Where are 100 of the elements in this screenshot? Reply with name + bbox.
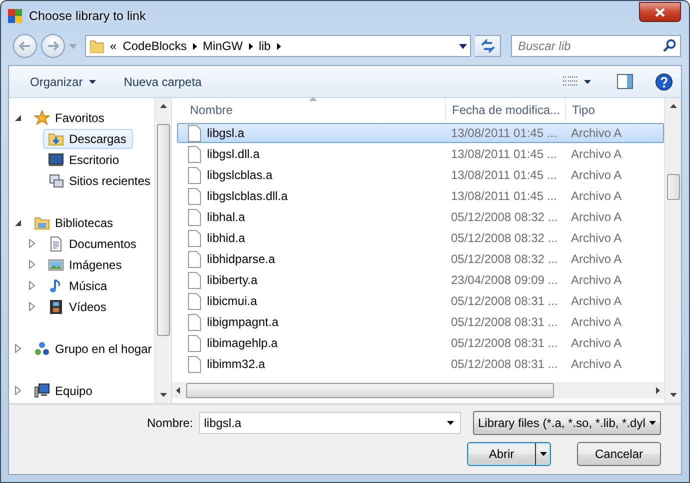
file-type: Archivo A — [570, 147, 623, 161]
scroll-down-icon[interactable] — [670, 393, 676, 397]
dropdown-caret-icon[interactable] — [447, 421, 454, 425]
file-icon — [188, 166, 201, 184]
chevron-right-icon[interactable] — [192, 42, 197, 50]
file-name: libgslcblas.dll.a — [207, 189, 288, 203]
caret-down-icon[interactable] — [584, 80, 591, 84]
file-row[interactable]: libicmui.a 05/12/2008 08:31 ... Archivo A — [177, 291, 664, 311]
folder-download-icon — [48, 130, 64, 146]
star-icon — [34, 110, 50, 126]
file-name-field[interactable]: libgsl.a — [199, 412, 461, 434]
file-name: libgsl.a — [207, 126, 244, 140]
scrollbar-thumb[interactable] — [666, 174, 680, 200]
file-icon — [188, 334, 201, 352]
file-name: libgslcblas.a — [207, 168, 272, 182]
horizontal-scrollbar[interactable] — [172, 382, 664, 399]
file-row[interactable]: libhid.a 05/12/2008 08:32 ... Archivo A — [177, 228, 664, 248]
cancel-button[interactable]: Cancelar — [577, 442, 661, 466]
nav-item[interactable]: Escritorio — [43, 150, 126, 170]
scroll-right-icon[interactable] — [656, 387, 660, 394]
file-row[interactable]: libgslcblas.dll.a 13/08/2011 01:45 ... Archivo A — [177, 186, 664, 206]
open-button[interactable]: Abrir — [467, 442, 551, 466]
nav-item[interactable]: Equipo — [29, 380, 100, 400]
file-type: Archivo A — [570, 273, 623, 287]
scroll-up-icon[interactable] — [160, 104, 166, 108]
refresh-button[interactable] — [475, 35, 501, 57]
file-date: 05/12/2008 08:31 ... — [450, 357, 559, 371]
nav-scrollbar[interactable] — [154, 98, 171, 403]
file-row[interactable]: libimagehlp.a 05/12/2008 08:31 ... Archivo A — [177, 333, 664, 353]
view-list-icon[interactable] — [562, 74, 578, 88]
file-icon — [188, 230, 201, 246]
window-title: Choose library to link — [29, 9, 147, 23]
caret-down-icon — [88, 80, 96, 84]
expand-arrow-icon[interactable] — [29, 239, 35, 248]
file-date: 23/04/2008 09:09 ... — [450, 273, 559, 287]
file-type: Archivo A — [570, 126, 623, 140]
scroll-down-icon[interactable] — [160, 393, 166, 397]
forward-button[interactable] — [41, 34, 65, 58]
nav-item[interactable]: Descargas — [43, 128, 134, 148]
chevron-right-icon[interactable] — [248, 42, 253, 50]
expand-arrow-icon[interactable] — [15, 344, 21, 353]
nav-item[interactable]: Bibliotecas — [29, 212, 120, 232]
folder-icon — [90, 39, 104, 53]
expand-arrow-icon[interactable] — [29, 281, 35, 290]
dropdown-caret-icon — [540, 452, 546, 456]
new-folder-button[interactable]: Nueva carpeta — [116, 72, 209, 92]
collapse-arrow-icon[interactable] — [14, 219, 22, 226]
nav-item[interactable]: Grupo en el hogar — [29, 338, 154, 358]
dropdown-caret-icon[interactable] — [456, 44, 470, 48]
scrollbar-thumb[interactable] — [186, 383, 554, 398]
nav-item[interactable]: Música — [43, 276, 114, 296]
back-button[interactable] — [13, 34, 37, 58]
nav-item[interactable]: Favoritos — [29, 108, 112, 128]
breadcrumb-item[interactable]: CodeBlocks — [122, 39, 187, 53]
nav-item[interactable]: Imágenes — [43, 254, 129, 274]
file-row[interactable]: libiberty.a 23/04/2008 09:09 ... Archivo A — [177, 270, 664, 290]
collapse-arrow-icon[interactable] — [14, 114, 22, 121]
file-scrollbar[interactable] — [664, 98, 681, 403]
file-row[interactable]: libhal.a 05/12/2008 08:32 ... Archivo A — [177, 207, 664, 227]
file-icon — [188, 292, 201, 310]
chevron-right-icon[interactable] — [276, 42, 281, 50]
document-icon — [48, 236, 64, 252]
file-row[interactable]: libgsl.dll.a 13/08/2011 01:45 ... Archivo A — [177, 144, 664, 164]
expand-arrow-icon[interactable] — [15, 386, 21, 395]
file-type: Archivo A — [570, 231, 623, 245]
file-row[interactable]: libhidparse.a 05/12/2008 08:32 ... Archivo A — [177, 249, 664, 269]
field-label: Nombre: — [146, 416, 193, 430]
nav-item[interactable]: Vídeos — [43, 296, 114, 316]
file-date: 05/12/2008 08:32 ... — [450, 231, 559, 245]
scroll-left-icon[interactable] — [176, 387, 180, 394]
file-row[interactable]: libgsl.a 13/08/2011 01:45 ... Archivo A — [177, 123, 664, 143]
preview-pane-icon[interactable] — [617, 74, 633, 89]
file-name: libigmpagnt.a — [207, 315, 278, 329]
address-bar[interactable]: « CodeBlocks MinGW lib — [85, 35, 471, 57]
breadcrumb-item[interactable]: lib — [258, 39, 271, 53]
close-button[interactable] — [639, 2, 681, 22]
file-row[interactable]: libigmpagnt.a 05/12/2008 08:31 ... Archivo A — [177, 312, 664, 332]
breadcrumb-item[interactable]: MinGW — [202, 39, 243, 53]
file-icon — [188, 272, 201, 288]
file-name: libhal.a — [207, 210, 246, 224]
scroll-up-icon[interactable] — [670, 104, 676, 108]
computer-icon — [34, 382, 50, 398]
file-type: Archivo A — [570, 168, 623, 182]
search-field[interactable]: Buscar lib — [511, 35, 681, 57]
dropdown-caret-icon — [649, 421, 656, 425]
expand-arrow-icon[interactable] — [29, 302, 35, 311]
film-icon — [48, 298, 64, 314]
file-row[interactable]: libgslcblas.a 13/08/2011 01:45 ... Archivo A — [177, 165, 664, 185]
file-row[interactable]: libimm32.a 05/12/2008 08:31 ... Archivo A — [177, 354, 664, 374]
file-name: libiberty.a — [207, 273, 258, 287]
nav-item[interactable]: Documentos — [43, 234, 144, 254]
scrollbar-thumb[interactable] — [156, 124, 170, 336]
file-icon — [188, 314, 201, 330]
organize-menu[interactable]: Organizar — [23, 72, 103, 92]
file-date: 13/08/2011 01:45 ... — [450, 168, 558, 182]
file-type: Archivo A — [570, 189, 623, 203]
breadcrumb-overflow[interactable]: « — [110, 39, 117, 53]
file-type-dropdown[interactable]: Library files (*.a, *.so, *.lib, *.dyl — [473, 411, 661, 435]
expand-arrow-icon[interactable] — [29, 260, 35, 269]
help-icon[interactable] — [655, 72, 673, 90]
